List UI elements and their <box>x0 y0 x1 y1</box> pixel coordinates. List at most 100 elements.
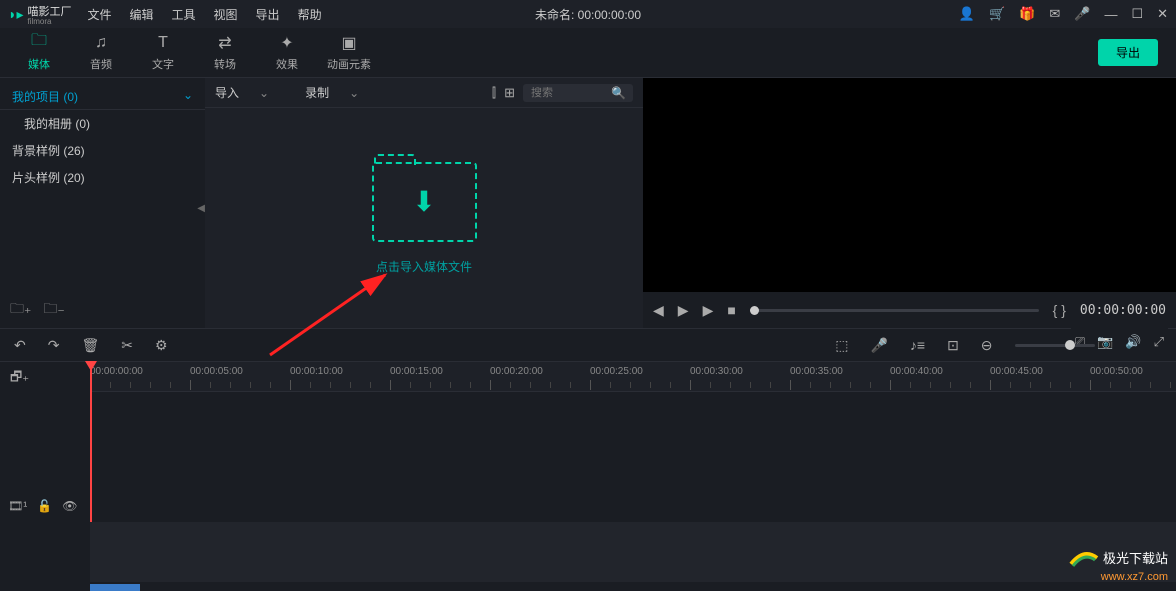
redo-icon[interactable]: ↷ <box>48 337 60 354</box>
video-track[interactable] <box>90 522 1176 582</box>
crop-icon[interactable]: ⊡ <box>947 337 959 354</box>
tabs-bar: 🗀 媒体 ♫ 音频 T 文字 ⇄ 转场 ✦ 效果 ▣ 动画元素 导出 <box>0 28 1176 78</box>
tab-label: 文字 <box>152 56 174 72</box>
screen-icon[interactable]: ⎚ <box>1075 334 1085 350</box>
add-track-icon[interactable]: 🗗₊ <box>10 368 29 390</box>
record-audio-icon[interactable]: 🎤 <box>870 337 887 354</box>
play-icon[interactable]: ▶ <box>703 302 714 319</box>
titlebar-right: 👤 🛒 🎁 ✉ 🎤 — ☐ ✕ <box>959 6 1168 22</box>
cut-icon[interactable]: ✂ <box>121 337 133 354</box>
close-icon[interactable]: ✕ <box>1157 6 1168 22</box>
tab-label: 动画元素 <box>327 56 371 72</box>
marker-icon[interactable]: ⬚ <box>835 337 848 354</box>
logo-icon: ◗▸ <box>8 6 23 23</box>
ruler-mark: 00:00:15:00 <box>390 366 443 377</box>
user-icon[interactable]: 👤 <box>959 6 975 22</box>
zoom-out-icon[interactable]: ⊖ <box>981 337 993 354</box>
ruler-mark: 00:00:25:00 <box>590 366 643 377</box>
eye-icon[interactable]: 👁 <box>62 499 77 513</box>
media-panel: 导入 录制 ⫿ ⊞ 🔍 ⬇ 点击导入媒体文件 <box>205 78 643 328</box>
settings-icon[interactable]: ⚙ <box>155 337 168 354</box>
ruler-mark: 00:00:10:00 <box>290 366 343 377</box>
search-input[interactable] <box>531 87 611 99</box>
filter-icon[interactable]: ⫿ <box>492 85 496 101</box>
zoom-slider[interactable] <box>1015 344 1095 347</box>
sidebar-header[interactable]: 我的项目 (0) ⌄ <box>0 84 205 110</box>
menu-tools[interactable]: 工具 <box>172 6 196 23</box>
maximize-icon[interactable]: ☐ <box>1131 6 1143 22</box>
sidebar-bottom: 🗀₊ 🗀₋ <box>0 298 75 322</box>
menu-edit[interactable]: 编辑 <box>130 6 154 23</box>
image-icon: ▣ <box>341 34 356 52</box>
gift-icon[interactable]: 🎁 <box>1019 6 1035 22</box>
expand-icon[interactable]: ⤢ <box>1154 334 1164 350</box>
bracket-icon[interactable]: { } <box>1053 302 1066 318</box>
search-icon[interactable]: 🔍 <box>611 86 626 100</box>
timeline: 🗗₊ 00:00:00:0000:00:05:0000:00:10:0000:0… <box>0 362 1176 591</box>
preview-extra-controls: ⎚ 📷 🔊 ⤢ <box>1071 328 1168 356</box>
watermark-url: www.xz7.com <box>1069 571 1168 583</box>
preview-controls: ◀ ▶ ▶ ■ { } 00:00:00:00 <box>643 292 1176 328</box>
drop-folder-icon: ⬇ <box>372 162 477 242</box>
media-toolbar: 导入 录制 ⫿ ⊞ 🔍 <box>205 78 643 108</box>
clip-strip[interactable] <box>90 584 140 591</box>
tab-audio[interactable]: ♫ 音频 <box>70 34 132 72</box>
project-title: 未命名: 00:00:00:00 <box>535 6 641 23</box>
media-dropzone[interactable]: ⬇ 点击导入媒体文件 <box>205 108 643 328</box>
menu-file[interactable]: 文件 <box>87 6 111 23</box>
timeline-tools: ↶ ↷ 🗑 ✂ ⚙ ⬚ 🎤 ♪≡ ⊡ ⊖ ⊕ ⊟ <box>0 328 1176 362</box>
search-box[interactable]: 🔍 <box>523 84 633 102</box>
watermark-text: 极光下载站 <box>1103 548 1168 567</box>
download-arrow-icon: ⬇ <box>412 185 435 218</box>
folder-add-icon[interactable]: 🗀₊ <box>10 298 31 322</box>
ruler-mark: 00:00:05:00 <box>190 366 243 377</box>
stop-icon[interactable]: ■ <box>727 302 735 318</box>
export-button[interactable]: 导出 <box>1098 39 1158 66</box>
sidebar-item-intro[interactable]: 片头样例 (20) <box>0 164 205 191</box>
watermark-swoosh-icon <box>1069 546 1099 568</box>
camera-icon[interactable]: 📷 <box>1097 334 1113 350</box>
untitled-label: 未命名: <box>535 8 574 22</box>
menu-view[interactable]: 视图 <box>214 6 238 23</box>
import-dropdown[interactable]: 导入 <box>215 84 269 101</box>
chevron-down-icon: ⌄ <box>183 88 193 105</box>
tab-media[interactable]: 🗀 媒体 <box>8 34 70 72</box>
menu-export[interactable]: 导出 <box>256 6 280 23</box>
tab-label: 效果 <box>276 56 298 72</box>
cart-icon[interactable]: 🛒 <box>989 6 1005 22</box>
ruler-mark: 00:00:20:00 <box>490 366 543 377</box>
mail-icon[interactable]: ✉ <box>1049 6 1060 22</box>
sidebar-item-album[interactable]: 我的相册 (0) <box>0 110 205 137</box>
prev-frame-icon[interactable]: ◀ <box>653 302 664 319</box>
grid-icon[interactable]: ⊞ <box>504 85 515 101</box>
delete-icon[interactable]: 🗑 <box>81 337 99 354</box>
drop-text: 点击导入媒体文件 <box>376 258 472 275</box>
sidebar-collapse-icon[interactable]: ◀ <box>197 203 205 214</box>
tab-motion[interactable]: ▣ 动画元素 <box>318 34 380 72</box>
watermark: 极光下载站 www.xz7.com <box>1069 546 1168 583</box>
sidebar-header-label: 我的项目 (0) <box>12 88 78 105</box>
record-dropdown[interactable]: 录制 <box>305 84 359 101</box>
lock-icon[interactable]: 🔓 <box>37 499 52 513</box>
track-controls: 🎞¹ 🔓 👁 <box>0 495 90 517</box>
track-type-icon[interactable]: 🎞¹ <box>8 499 27 513</box>
sparkle-icon: ✦ <box>280 34 293 52</box>
timeline-ruler[interactable]: 00:00:00:0000:00:05:0000:00:10:0000:00:1… <box>90 362 1176 392</box>
minimize-icon[interactable]: — <box>1104 7 1117 22</box>
mixer-icon[interactable]: ♪≡ <box>910 337 925 353</box>
sidebar: 我的项目 (0) ⌄ 我的相册 (0) 背景样例 (26) 片头样例 (20) … <box>0 78 205 328</box>
menu-help[interactable]: 帮助 <box>298 6 322 23</box>
folder-remove-icon[interactable]: 🗀₋ <box>43 298 64 322</box>
tab-transition[interactable]: ⇄ 转场 <box>194 34 256 72</box>
sidebar-item-bg[interactable]: 背景样例 (26) <box>0 137 205 164</box>
tab-text[interactable]: T 文字 <box>132 34 194 72</box>
ruler-mark: 00:00:50:00 <box>1090 366 1143 377</box>
mic-icon[interactable]: 🎤 <box>1074 6 1090 22</box>
preview-seek-slider[interactable] <box>750 309 1039 312</box>
next-frame-icon[interactable]: ▶ <box>678 302 689 319</box>
tab-effect[interactable]: ✦ 效果 <box>256 34 318 72</box>
transition-icon: ⇄ <box>218 34 231 52</box>
main-menu: 文件 编辑 工具 视图 导出 帮助 <box>87 6 958 23</box>
undo-icon[interactable]: ↶ <box>14 337 26 354</box>
volume-icon[interactable]: 🔊 <box>1125 334 1141 350</box>
